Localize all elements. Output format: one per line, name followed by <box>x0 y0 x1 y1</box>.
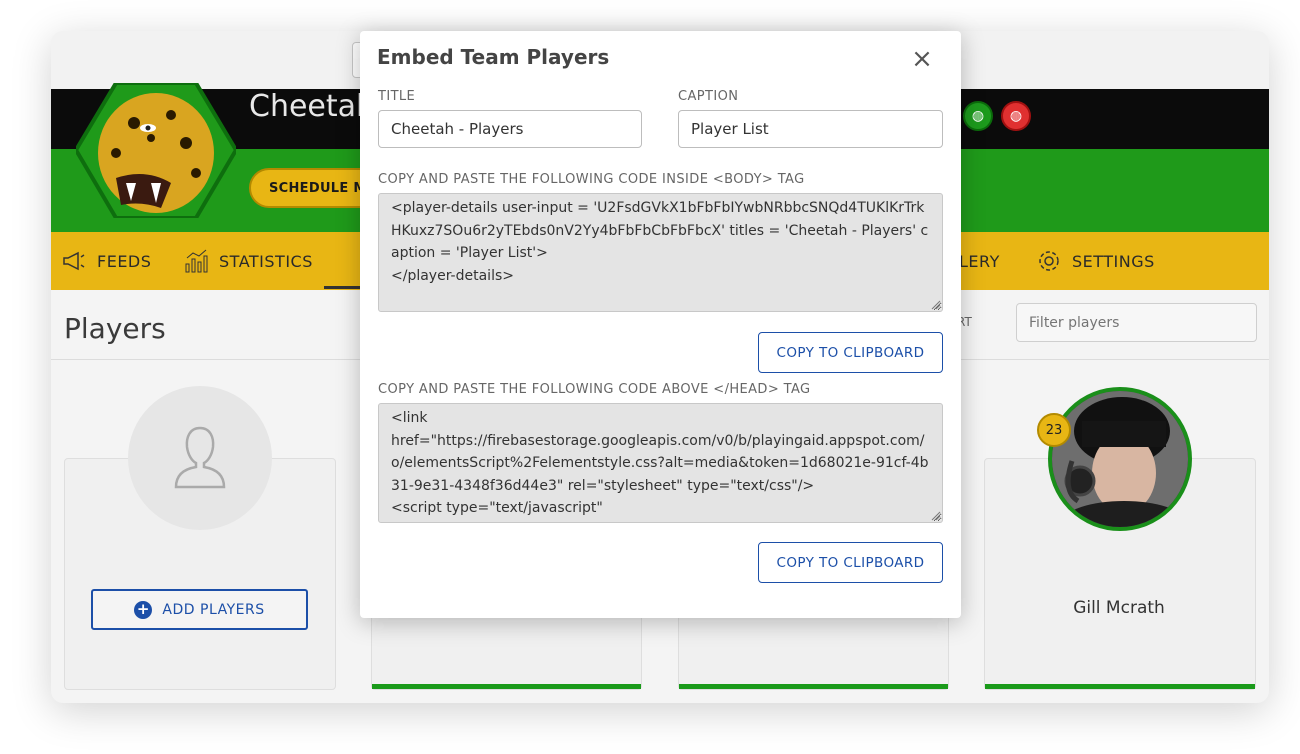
user-icon <box>174 426 226 489</box>
tab-statistics[interactable]: STATISTICS <box>183 232 313 290</box>
player-photo <box>1052 391 1188 527</box>
page-title: Players <box>64 312 166 345</box>
sport-badges: ◍ ◍ <box>963 101 1031 131</box>
head-code-textarea[interactable]: <link href="https://firebasestorage.goog… <box>378 403 943 523</box>
tab-settings[interactable]: SETTINGS <box>1036 232 1155 290</box>
caption-field-label: CAPTION <box>678 89 739 104</box>
tab-feeds-label: FEEDS <box>97 251 152 271</box>
caption-input[interactable] <box>678 110 943 148</box>
resize-grip-icon[interactable] <box>931 511 941 521</box>
player-card-bar <box>372 684 641 689</box>
head-code-label: COPY AND PASTE THE FOLLOWING CODE ABOVE … <box>378 382 811 397</box>
title-field-label: TITLE <box>378 89 416 104</box>
body-code-textarea[interactable]: <player-details user-input = 'U2FsdGVkX1… <box>378 193 943 312</box>
title-input[interactable] <box>378 110 642 148</box>
copy-body-code-button[interactable]: COPY TO CLIPBOARD <box>758 332 943 373</box>
add-players-label: ADD PLAYERS <box>162 601 265 618</box>
plus-icon: + <box>134 600 153 619</box>
bar-chart-icon <box>185 249 208 273</box>
avatar-placeholder <box>128 386 272 530</box>
jersey-number-badge: 23 <box>1037 413 1071 447</box>
megaphone-icon <box>63 251 85 271</box>
basketball-icon: ◍ <box>1001 101 1031 131</box>
copy-head-code-button[interactable]: COPY TO CLIPBOARD <box>758 542 943 583</box>
active-tab-indicator <box>324 286 364 289</box>
tab-statistics-label: STATISTICS <box>219 251 313 271</box>
close-icon[interactable]: × <box>910 46 934 72</box>
dialog-title: Embed Team Players <box>377 45 610 69</box>
body-code-label: COPY AND PASTE THE FOLLOWING CODE INSIDE… <box>378 172 805 187</box>
tab-gallery[interactable]: LERY <box>959 232 1000 290</box>
player-card-bar <box>679 684 948 689</box>
filter-players-input[interactable] <box>1016 303 1257 342</box>
team-name: Cheetah <box>249 89 376 124</box>
gear-icon <box>1039 251 1059 271</box>
player-avatar <box>1048 387 1192 531</box>
cheetah-logo <box>76 83 236 218</box>
tab-gallery-label: LERY <box>959 251 1000 271</box>
add-players-button[interactable]: + ADD PLAYERS <box>91 589 308 630</box>
tab-feeds[interactable]: FEEDS <box>61 232 151 290</box>
embed-team-players-dialog: Embed Team Players × TITLE CAPTION COPY … <box>360 31 961 618</box>
player-name: Gill Mcrath <box>1073 598 1165 618</box>
player-card-bar <box>985 684 1255 689</box>
basketball-icon: ◍ <box>963 101 993 131</box>
resize-grip-icon[interactable] <box>931 300 941 310</box>
tab-settings-label: SETTINGS <box>1072 251 1155 271</box>
